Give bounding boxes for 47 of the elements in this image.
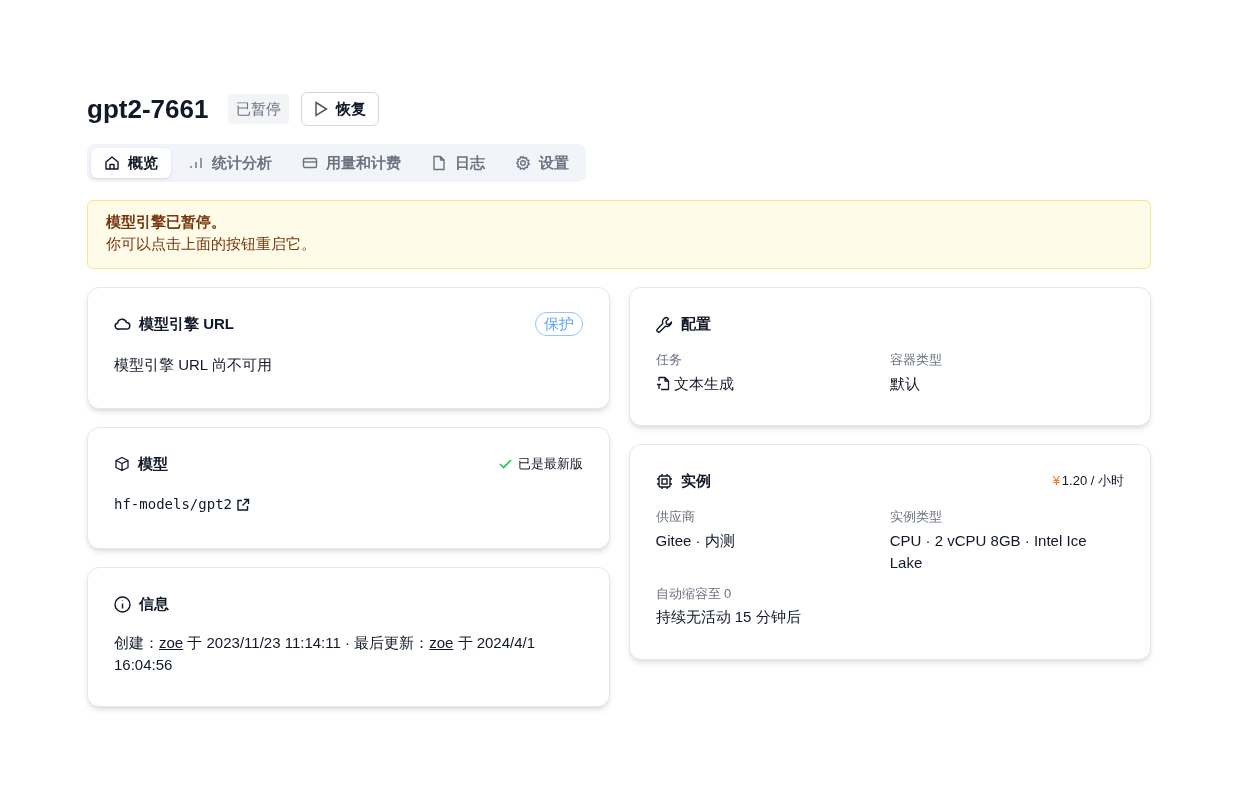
file-icon [431,155,447,171]
card-title: 配置 [680,313,711,334]
alert-title: 模型引擎已暂停。 [106,212,227,232]
chip-icon [655,472,673,490]
cloud-icon [114,318,131,330]
document-icon [655,376,670,391]
field-value: 持续无活动 15 分钟后 [655,607,801,627]
play-icon [314,101,329,117]
tab[interactable]: 设置 [502,148,582,178]
field-label: 实例类型 [889,508,943,526]
endpoint-status: 模型引擎 URL 尚不可用 [114,355,273,375]
field-label: 容器类型 [889,351,943,369]
user-link[interactable]: zoe [429,634,454,651]
field-value: 默认 [889,373,920,394]
settings-icon [515,155,531,171]
card-title: 信息 [139,593,169,614]
hourly-price: 1.20 / 小时 [1061,472,1124,491]
card-title: 模型 [138,453,168,474]
tab[interactable]: 概览 [91,148,171,178]
field-value: Gitee · 内测 [655,530,735,551]
currency-symbol: ¥ [1052,472,1060,491]
model-link[interactable]: hf-models/gpt2 [114,494,232,515]
field-label: 任务 [655,351,683,369]
wrench-icon [655,315,673,333]
tab[interactable]: 统计分析 [175,148,285,178]
status-badge: 已暂停 [228,93,290,125]
credit-card-icon [302,155,318,171]
info-text: 创建：zoe 于 2023/11/23 11:14:11 · 最后更新：zoe 于 2024/4/1 16:04:56 [114,633,537,675]
alert-message: 你可以点击上面的按钮重启它。 [106,234,317,254]
field-label: 供应商 [655,508,696,526]
check-icon [498,459,512,469]
card-title: 实例 [680,470,711,491]
field-value: CPU · 2 vCPU 8GB · Intel Ice Lake [889,530,1088,573]
user-link[interactable]: zoe [159,634,184,651]
external-link-icon [236,497,250,512]
card-title: 模型引擎 URL [139,313,234,334]
tab[interactable]: 用量和计费 [289,148,414,178]
cube-icon [114,456,130,472]
tab[interactable]: 日志 [418,148,498,178]
field-value: 文本生成 [673,373,734,394]
home-icon [104,155,120,171]
info-icon [114,595,131,613]
version-status: 已是最新版 [517,455,583,474]
resume-button[interactable]: 恢复 [301,92,380,126]
bar-chart-icon [188,155,204,171]
field-label: 自动缩容至 0 [655,584,733,603]
page-title: gpt2-7661 [87,96,209,122]
